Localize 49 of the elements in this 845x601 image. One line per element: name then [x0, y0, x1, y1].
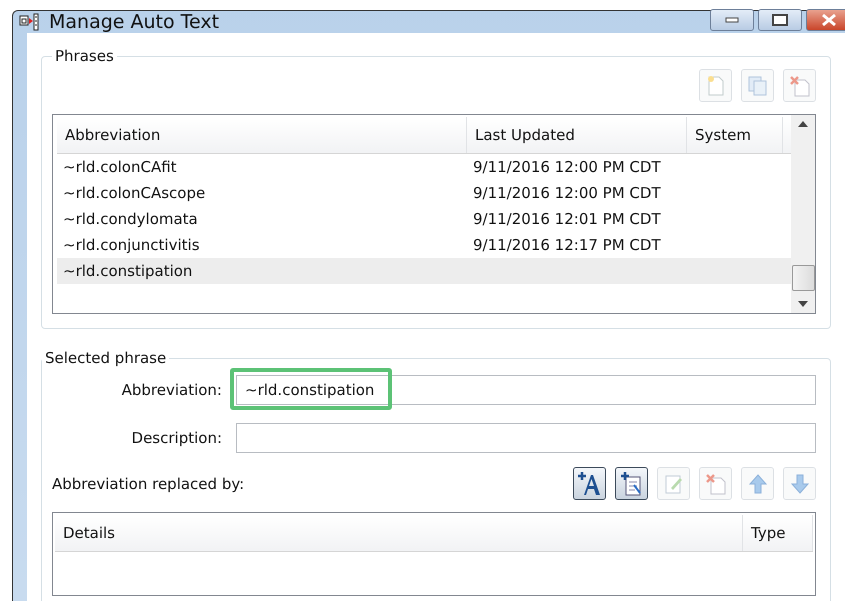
field-label: Abbreviation: [120, 381, 222, 399]
close-button[interactable] [806, 9, 845, 31]
minimize-icon [725, 17, 739, 23]
abbreviation-field[interactable]: ~rld.constipation [236, 375, 816, 405]
delete-document-icon [704, 472, 726, 494]
delete-document-icon [788, 74, 810, 96]
group-title: Selected phrase [44, 349, 168, 367]
scrollbar[interactable] [791, 115, 815, 313]
insert-document-icon [620, 470, 644, 496]
table-cell-text: 9/11/2016 12:17 PM CDT [472, 235, 662, 256]
phrase-row[interactable]: ~rld.colonCAfit 9/11/2016 12:00 PM CDT [57, 154, 791, 180]
table-cell-text: ~rld.conjunctivitis [62, 235, 201, 256]
phrase-row[interactable]: ~rld.conjunctivitis 9/11/2016 12:17 PM CDT [57, 232, 791, 258]
toolbar-button[interactable] [573, 467, 606, 500]
window-title: Manage Auto Text [49, 11, 220, 33]
table-cell-text: ~rld.condylomata [62, 209, 199, 230]
table-cell-text: 9/11/2016 12:00 PM CDT [472, 183, 662, 204]
column-header[interactable]: Last Updated [467, 117, 687, 153]
phrase-row[interactable]: ~rld.colonCAscope 9/11/2016 12:00 PM CDT [57, 180, 791, 206]
group-title: Phrases [54, 47, 115, 65]
table-cell-text: 9/11/2016 12:01 PM CDT [472, 209, 662, 230]
scroll-down-icon[interactable] [798, 301, 808, 307]
table-cell-text: ~rld.constipation [62, 261, 194, 282]
add-text-icon [576, 470, 602, 496]
description-field[interactable] [236, 423, 816, 453]
column-header[interactable]: System [687, 117, 783, 153]
edit-document-icon [664, 472, 684, 494]
field-label: Description: [130, 429, 222, 447]
field-label: Abbreviation replaced by: [52, 474, 244, 492]
up-arrow-icon [748, 472, 768, 494]
scroll-thumb[interactable] [792, 265, 814, 291]
column-header[interactable]: Type [743, 515, 813, 551]
table-cell-text: ~rld.colonCAfit [62, 157, 178, 178]
maximize-button[interactable] [758, 9, 802, 31]
close-icon [821, 13, 837, 27]
down-arrow-icon [790, 472, 810, 494]
phrase-row[interactable]: ~rld.condylomata 9/11/2016 12:01 PM CDT [57, 206, 791, 232]
table-cell-text: 9/11/2016 12:00 PM CDT [472, 157, 662, 178]
scroll-up-icon[interactable] [798, 121, 808, 127]
toolbar-button[interactable] [615, 467, 648, 500]
phrase-row[interactable]: ~rld.constipation [57, 258, 791, 284]
column-header[interactable]: Details [55, 515, 743, 551]
maximize-icon [772, 14, 788, 26]
new-document-icon [706, 74, 724, 96]
table-cell-text: ~rld.colonCAscope [62, 183, 206, 204]
column-header[interactable]: Abbreviation [57, 117, 467, 153]
minimize-button[interactable] [710, 9, 754, 31]
copy-documents-icon [746, 74, 768, 96]
app-icon [19, 13, 41, 31]
